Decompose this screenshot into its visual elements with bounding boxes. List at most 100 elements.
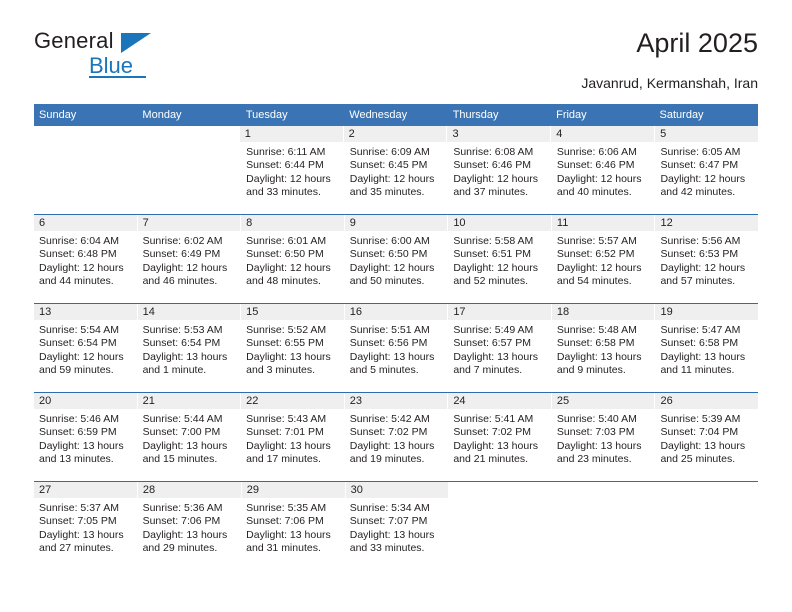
day-cell[interactable]: Sunrise: 5:53 AM Sunset: 6:54 PM Daylight:… xyxy=(137,320,242,392)
day-cell[interactable]: Sunrise: 5:42 AM Sunset: 7:02 PM Daylight:… xyxy=(344,409,449,481)
day-cell[interactable]: Sunrise: 6:06 AM Sunset: 6:46 PM Daylight:… xyxy=(551,142,656,214)
day-detail-line: Daylight: 12 hours xyxy=(453,172,538,185)
day-detail-line: and 50 minutes. xyxy=(349,275,425,288)
day-cell[interactable]: Sunrise: 5:51 AM Sunset: 6:56 PM Daylight:… xyxy=(344,320,449,392)
day-cell[interactable]: Sunrise: 5:57 AM Sunset: 6:52 PM Daylight:… xyxy=(551,231,656,303)
day-number[interactable]: 2 xyxy=(343,126,448,142)
day-number[interactable]: 1 xyxy=(239,126,344,142)
day-detail-line: Sunset: 7:04 PM xyxy=(660,426,739,439)
day-detail-line: Sunrise: 6:02 AM xyxy=(142,235,223,247)
day-number[interactable]: 11 xyxy=(551,215,656,231)
day-detail-line: Daylight: 12 hours xyxy=(660,172,746,185)
day-cell[interactable]: Sunrise: 5:46 AM Sunset: 6:59 PM Daylight:… xyxy=(34,409,138,481)
day-cell[interactable]: Sunrise: 5:39 AM Sunset: 7:04 PM Daylight:… xyxy=(655,409,759,481)
day-detail-band: Sunrise: 5:46 AM Sunset: 6:59 PM Daylight:… xyxy=(34,409,759,481)
day-number[interactable]: 7 xyxy=(137,215,242,231)
day-cell[interactable]: Sunrise: 5:43 AM Sunset: 7:01 PM Daylight:… xyxy=(241,409,345,481)
day-cell[interactable]: Sunrise: 5:54 AM Sunset: 6:54 PM Daylight:… xyxy=(34,320,138,392)
day-detail-line: Daylight: 12 hours xyxy=(39,261,124,274)
weekday-header-friday: Friday xyxy=(556,109,587,121)
day-detail-line: Sunset: 6:58 PM xyxy=(660,337,739,350)
day-number[interactable]: 5 xyxy=(655,126,759,142)
day-number[interactable]: 8 xyxy=(241,215,345,231)
calendar-grid: Sunday Monday Tuesday Wednesday Thursday Frid… xyxy=(34,104,759,570)
day-detail-line: and 37 minutes. xyxy=(453,186,529,199)
day-detail-line: Daylight: 13 hours xyxy=(556,350,642,363)
day-number[interactable]: 19 xyxy=(655,304,759,320)
day-detail-line: Sunset: 6:50 PM xyxy=(349,248,428,261)
day-cell[interactable]: Sunrise: 6:02 AM Sunset: 6:49 PM Daylight:… xyxy=(137,231,242,303)
day-cell-empty xyxy=(551,498,656,570)
day-cell[interactable]: Sunrise: 6:00 AM Sunset: 6:50 PM Daylight:… xyxy=(344,231,449,303)
day-detail-line: Sunrise: 6:05 AM xyxy=(660,146,741,158)
day-detail-line: Daylight: 13 hours xyxy=(453,439,538,452)
day-detail-line: and 3 minutes. xyxy=(246,364,316,377)
day-number[interactable]: 6 xyxy=(34,215,138,231)
day-number[interactable]: 17 xyxy=(448,304,552,320)
day-number[interactable]: 26 xyxy=(655,393,759,409)
calendar-week-row: 6 7 8 9 10 11 12 Sunrise: 6:04 AM Sunset: 6:48 P… xyxy=(34,214,759,303)
day-number[interactable]: 21 xyxy=(137,393,242,409)
day-cell[interactable]: Sunrise: 6:01 AM Sunset: 6:50 PM Daylight:… xyxy=(241,231,345,303)
day-cell[interactable]: Sunrise: 6:09 AM Sunset: 6:45 PM Daylight:… xyxy=(344,142,449,214)
day-number[interactable]: 9 xyxy=(344,215,449,231)
day-number-empty xyxy=(136,126,240,142)
day-number[interactable]: 25 xyxy=(551,393,656,409)
day-number[interactable]: 28 xyxy=(137,482,242,498)
day-cell[interactable]: Sunrise: 5:44 AM Sunset: 7:00 PM Daylight:… xyxy=(137,409,242,481)
day-cell[interactable]: Sunrise: 6:11 AM Sunset: 6:44 PM Daylight:… xyxy=(241,142,345,214)
day-number[interactable]: 18 xyxy=(551,304,656,320)
page-title: April 2025 xyxy=(636,28,758,58)
day-detail-line: Sunset: 6:45 PM xyxy=(349,159,428,172)
day-cell[interactable]: Sunrise: 6:08 AM Sunset: 6:46 PM Daylight:… xyxy=(448,142,552,214)
day-number[interactable]: 4 xyxy=(551,126,656,142)
day-number[interactable]: 3 xyxy=(447,126,552,142)
day-number[interactable]: 12 xyxy=(655,215,759,231)
day-cell[interactable]: Sunrise: 5:41 AM Sunset: 7:02 PM Daylight:… xyxy=(448,409,552,481)
day-number[interactable]: 10 xyxy=(448,215,552,231)
day-detail-line: and 25 minutes. xyxy=(660,453,736,466)
day-number[interactable]: 29 xyxy=(241,482,346,498)
day-detail-line: Sunset: 6:44 PM xyxy=(246,159,324,172)
day-detail-line: Sunset: 6:49 PM xyxy=(142,248,221,261)
day-detail-line: Daylight: 12 hours xyxy=(246,172,331,185)
day-cell[interactable]: Sunrise: 5:34 AM Sunset: 7:07 PM Daylight:… xyxy=(344,498,449,570)
day-cell[interactable]: Sunrise: 5:52 AM Sunset: 6:55 PM Daylight:… xyxy=(241,320,345,392)
day-cell[interactable]: Sunrise: 5:47 AM Sunset: 6:58 PM Daylight:… xyxy=(655,320,759,392)
day-number[interactable]: 22 xyxy=(241,393,345,409)
day-number-band: 27 28 29 30 xyxy=(34,482,759,498)
day-detail-line: Sunrise: 5:49 AM xyxy=(453,324,534,336)
day-cell[interactable]: Sunrise: 6:04 AM Sunset: 6:48 PM Daylight:… xyxy=(34,231,138,303)
day-number-band: 12345 xyxy=(34,126,759,142)
day-detail-band: Sunrise: 5:54 AM Sunset: 6:54 PM Daylight:… xyxy=(34,320,759,392)
calendar-weeks: 1 2 3 4 5 Sunrise: 6:11 AM Sunset: 6:44 PM Dayl… xyxy=(34,126,759,570)
day-number[interactable]: 20 xyxy=(34,393,138,409)
day-cell[interactable]: Sunrise: 5:49 AM Sunset: 6:57 PM Daylight:… xyxy=(448,320,552,392)
day-number[interactable]: 27 xyxy=(34,482,138,498)
weekday-header-row: Sunday Monday Tuesday Wednesday Thursday Frid… xyxy=(34,104,758,126)
day-number[interactable]: 14 xyxy=(137,304,242,320)
day-detail-line: Daylight: 13 hours xyxy=(556,439,642,452)
day-number[interactable]: 16 xyxy=(344,304,449,320)
day-cell[interactable]: Sunrise: 5:36 AM Sunset: 7:06 PM Daylight:… xyxy=(137,498,242,570)
day-detail-line: Daylight: 13 hours xyxy=(349,439,435,452)
day-number[interactable]: 23 xyxy=(344,393,449,409)
day-cell[interactable]: Sunrise: 6:05 AM Sunset: 6:47 PM Daylight:… xyxy=(655,142,759,214)
weekday-header-saturday: Saturday xyxy=(659,109,704,121)
day-number[interactable]: 15 xyxy=(241,304,345,320)
day-detail-line: and 11 minutes. xyxy=(660,364,735,377)
day-cell[interactable]: Sunrise: 5:40 AM Sunset: 7:03 PM Daylight:… xyxy=(551,409,656,481)
day-cell[interactable]: Sunrise: 5:48 AM Sunset: 6:58 PM Daylight:… xyxy=(551,320,656,392)
day-detail-line: Sunset: 7:06 PM xyxy=(142,515,221,528)
day-cell[interactable]: Sunrise: 5:35 AM Sunset: 7:06 PM Daylight:… xyxy=(241,498,345,570)
day-number[interactable]: 30 xyxy=(345,482,450,498)
day-detail-line: and 1 minute. xyxy=(142,364,207,377)
day-cell[interactable]: Sunrise: 5:58 AM Sunset: 6:51 PM Daylight:… xyxy=(448,231,552,303)
day-number[interactable]: 24 xyxy=(448,393,552,409)
day-detail-line: and 57 minutes. xyxy=(660,275,736,288)
day-number[interactable]: 13 xyxy=(34,304,138,320)
day-detail-line: and 7 minutes. xyxy=(453,364,523,377)
day-detail-line: Sunset: 6:56 PM xyxy=(349,337,428,350)
day-cell[interactable]: Sunrise: 5:56 AM Sunset: 6:53 PM Daylight:… xyxy=(655,231,759,303)
day-cell[interactable]: Sunrise: 5:37 AM Sunset: 7:05 PM Daylight:… xyxy=(34,498,138,570)
